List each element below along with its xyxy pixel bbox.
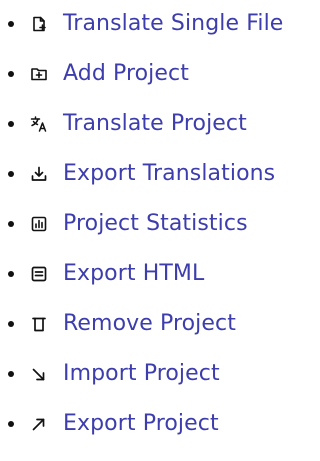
bullet-icon bbox=[8, 271, 14, 277]
export-translations-link[interactable]: Export Translations bbox=[63, 161, 275, 187]
export-html-link[interactable]: Export HTML bbox=[63, 261, 204, 287]
translate-project-link[interactable]: Translate Project bbox=[63, 111, 247, 137]
translate-single-file-link[interactable]: Translate Single File bbox=[63, 11, 283, 37]
document-lines-icon bbox=[30, 265, 48, 283]
remove-project-link[interactable]: Remove Project bbox=[63, 311, 236, 337]
bullet-icon bbox=[8, 21, 14, 27]
bullet-icon bbox=[8, 121, 14, 127]
bullet-icon bbox=[8, 171, 14, 177]
arrow-down-right-icon bbox=[30, 365, 48, 383]
translate-icon bbox=[30, 115, 48, 133]
import-project-link[interactable]: Import Project bbox=[63, 361, 220, 387]
project-statistics-link[interactable]: Project Statistics bbox=[63, 211, 248, 237]
bullet-icon bbox=[8, 321, 14, 327]
file-plus-icon bbox=[30, 15, 48, 33]
folder-plus-icon bbox=[30, 65, 48, 83]
download-icon bbox=[30, 165, 48, 183]
bullet-icon bbox=[8, 371, 14, 377]
bullet-icon bbox=[8, 221, 14, 227]
bar-chart-icon bbox=[30, 215, 48, 233]
add-project-link[interactable]: Add Project bbox=[63, 61, 189, 87]
bullet-icon bbox=[8, 421, 14, 427]
bullet-icon bbox=[8, 71, 14, 77]
export-project-link[interactable]: Export Project bbox=[63, 411, 219, 437]
trash-icon bbox=[30, 315, 48, 333]
arrow-up-right-icon bbox=[30, 415, 48, 433]
